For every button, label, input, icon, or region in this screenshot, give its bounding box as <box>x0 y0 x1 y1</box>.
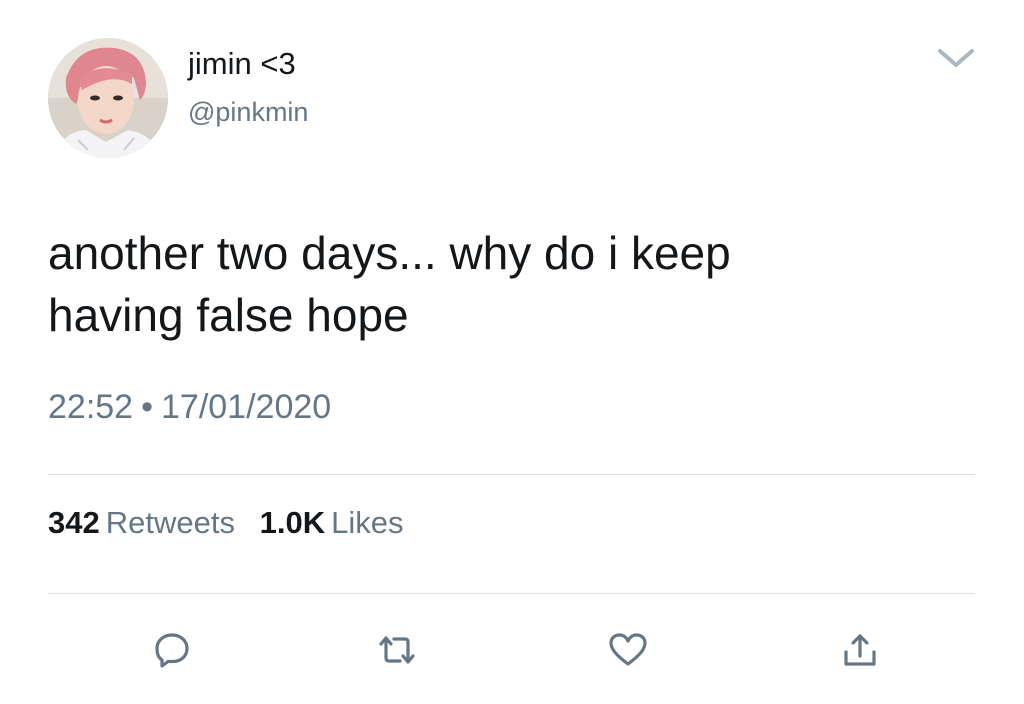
display-name[interactable]: jimin <3 <box>188 46 296 82</box>
share-icon <box>844 634 876 666</box>
tweet-date: 17/01/2020 <box>161 388 332 426</box>
user-handle[interactable]: @pinkmin <box>188 97 308 128</box>
likes-count: 1.0K <box>259 505 326 540</box>
divider <box>48 593 975 594</box>
retweet-icon <box>379 636 415 664</box>
avatar[interactable] <box>48 38 168 158</box>
reply-icon <box>155 633 189 668</box>
likes-stat[interactable]: 1.0K Likes <box>260 505 404 541</box>
reply-button[interactable] <box>144 622 200 678</box>
more-options-button[interactable] <box>930 40 982 76</box>
profile-photo-icon <box>48 38 168 158</box>
retweet-button[interactable] <box>369 622 425 678</box>
likes-label: Likes <box>331 505 404 540</box>
heart-icon <box>609 633 647 666</box>
tweet-text-line: another two days... why do i keep <box>48 227 731 279</box>
share-button[interactable] <box>832 622 888 678</box>
tweet-time: 22:52 <box>48 388 134 426</box>
divider <box>48 474 975 475</box>
tweet-text-line: having false hope <box>48 289 409 341</box>
tweet-card: jimin <3 @pinkmin another two days... wh… <box>0 0 1024 704</box>
retweets-label: Retweets <box>105 505 235 540</box>
retweets-stat[interactable]: 342 Retweets <box>48 505 235 541</box>
engagement-stats: 342 Retweets 1.0K Likes <box>48 505 419 541</box>
like-button[interactable] <box>600 622 656 678</box>
retweets-count: 342 <box>48 505 100 540</box>
tweet-timestamp[interactable]: 22:52 • 17/01/2020 <box>48 388 331 427</box>
separator-dot: • <box>141 388 153 426</box>
tweet-text: another two days... why do i keep having… <box>48 222 978 346</box>
chevron-down-icon <box>938 49 974 67</box>
